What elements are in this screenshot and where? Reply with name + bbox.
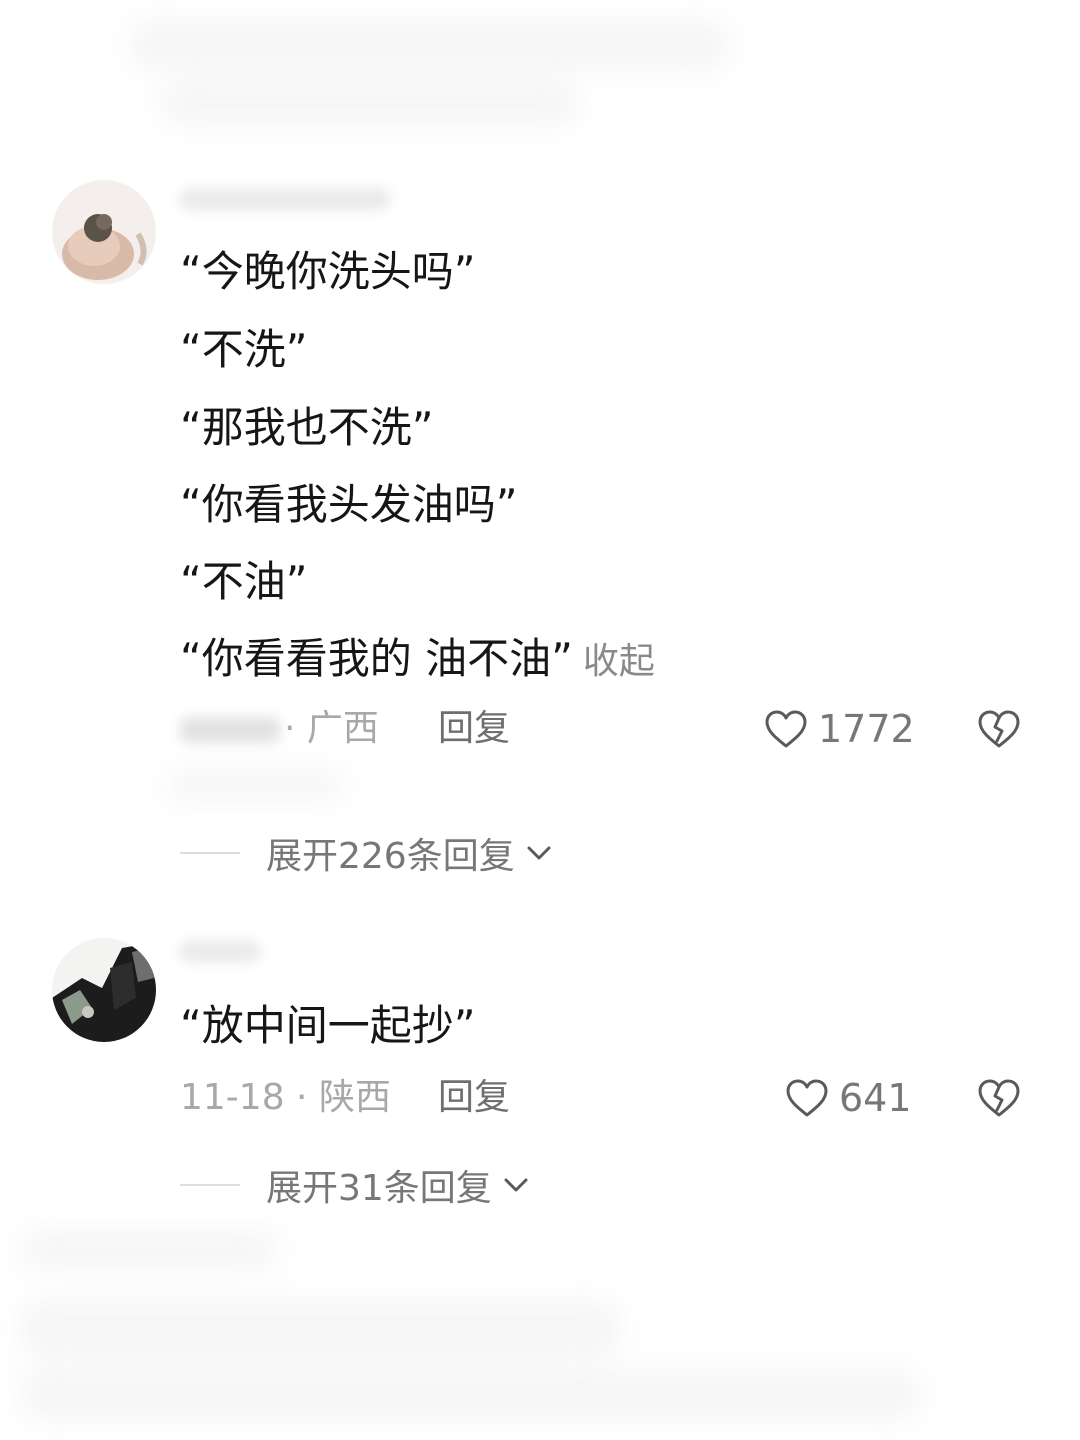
chevron-down-icon [527, 846, 551, 860]
comment-date-location: 11-18 · 陕西 [180, 1077, 391, 1118]
broken-heart-icon[interactable] [975, 1074, 1023, 1122]
broken-heart-icon[interactable] [975, 705, 1023, 753]
like-count: 641 [839, 1076, 912, 1120]
divider-line [180, 852, 240, 854]
like-button[interactable]: 641 [783, 1073, 912, 1123]
comment-meta-row: · 广西 回复 1772 [180, 704, 1080, 754]
blurred-content-bottom [20, 1230, 280, 1270]
expand-replies[interactable]: 展开31条回复 [180, 1160, 532, 1210]
comment-date [180, 717, 280, 743]
blurred-content-bottom-3 [20, 1370, 920, 1420]
heart-outline-icon [765, 710, 807, 748]
comment-text-line: “不洗” [180, 325, 308, 374]
blurred-content-top [130, 20, 730, 70]
avatar[interactable] [52, 938, 156, 1042]
avatar[interactable] [52, 180, 156, 284]
expand-replies-label: 展开226条回复 [266, 836, 515, 877]
like-button[interactable]: 1772 [762, 704, 915, 754]
comment-text-line: “今晚你洗头吗” [180, 247, 476, 296]
chevron-down-icon [504, 1178, 528, 1192]
blurred-content-top-2 [160, 80, 580, 125]
comment-meta-row: 11-18 · 陕西 回复 641 [180, 1073, 1080, 1123]
comment-text-line: “放中间一起抄” [180, 1001, 476, 1050]
comment-feed: “今晚你洗头吗” “不洗” “那我也不洗” “你看我头发油吗” “不油” “你看… [0, 0, 1080, 1440]
expand-replies-label: 展开31条回复 [266, 1168, 492, 1209]
comment-text-line: “那我也不洗” [180, 403, 434, 452]
expand-replies[interactable]: 展开226条回复 [180, 828, 555, 878]
username[interactable] [180, 188, 390, 210]
reply-button[interactable]: 回复 [438, 1073, 510, 1123]
username[interactable] [180, 940, 260, 962]
collapse-link[interactable]: 收起 [583, 641, 655, 682]
heart-outline-icon [786, 1079, 828, 1117]
reply-button[interactable]: 回复 [438, 704, 510, 754]
comment-text-line: “不油” [180, 557, 308, 606]
like-count: 1772 [818, 707, 915, 751]
avatar-image [52, 180, 156, 284]
divider-line [180, 1184, 240, 1186]
blurred-content [165, 770, 345, 800]
comment-text-line-last: “你看看我的 油不油” 收起 [180, 633, 655, 688]
comment-text-line: “你看我头发油吗” [180, 480, 518, 529]
comment-text: “你看看我的 油不油” [180, 634, 573, 683]
avatar-image [52, 938, 156, 1042]
comment-location: · 广西 [284, 708, 379, 749]
blurred-content-bottom-2 [20, 1300, 620, 1360]
